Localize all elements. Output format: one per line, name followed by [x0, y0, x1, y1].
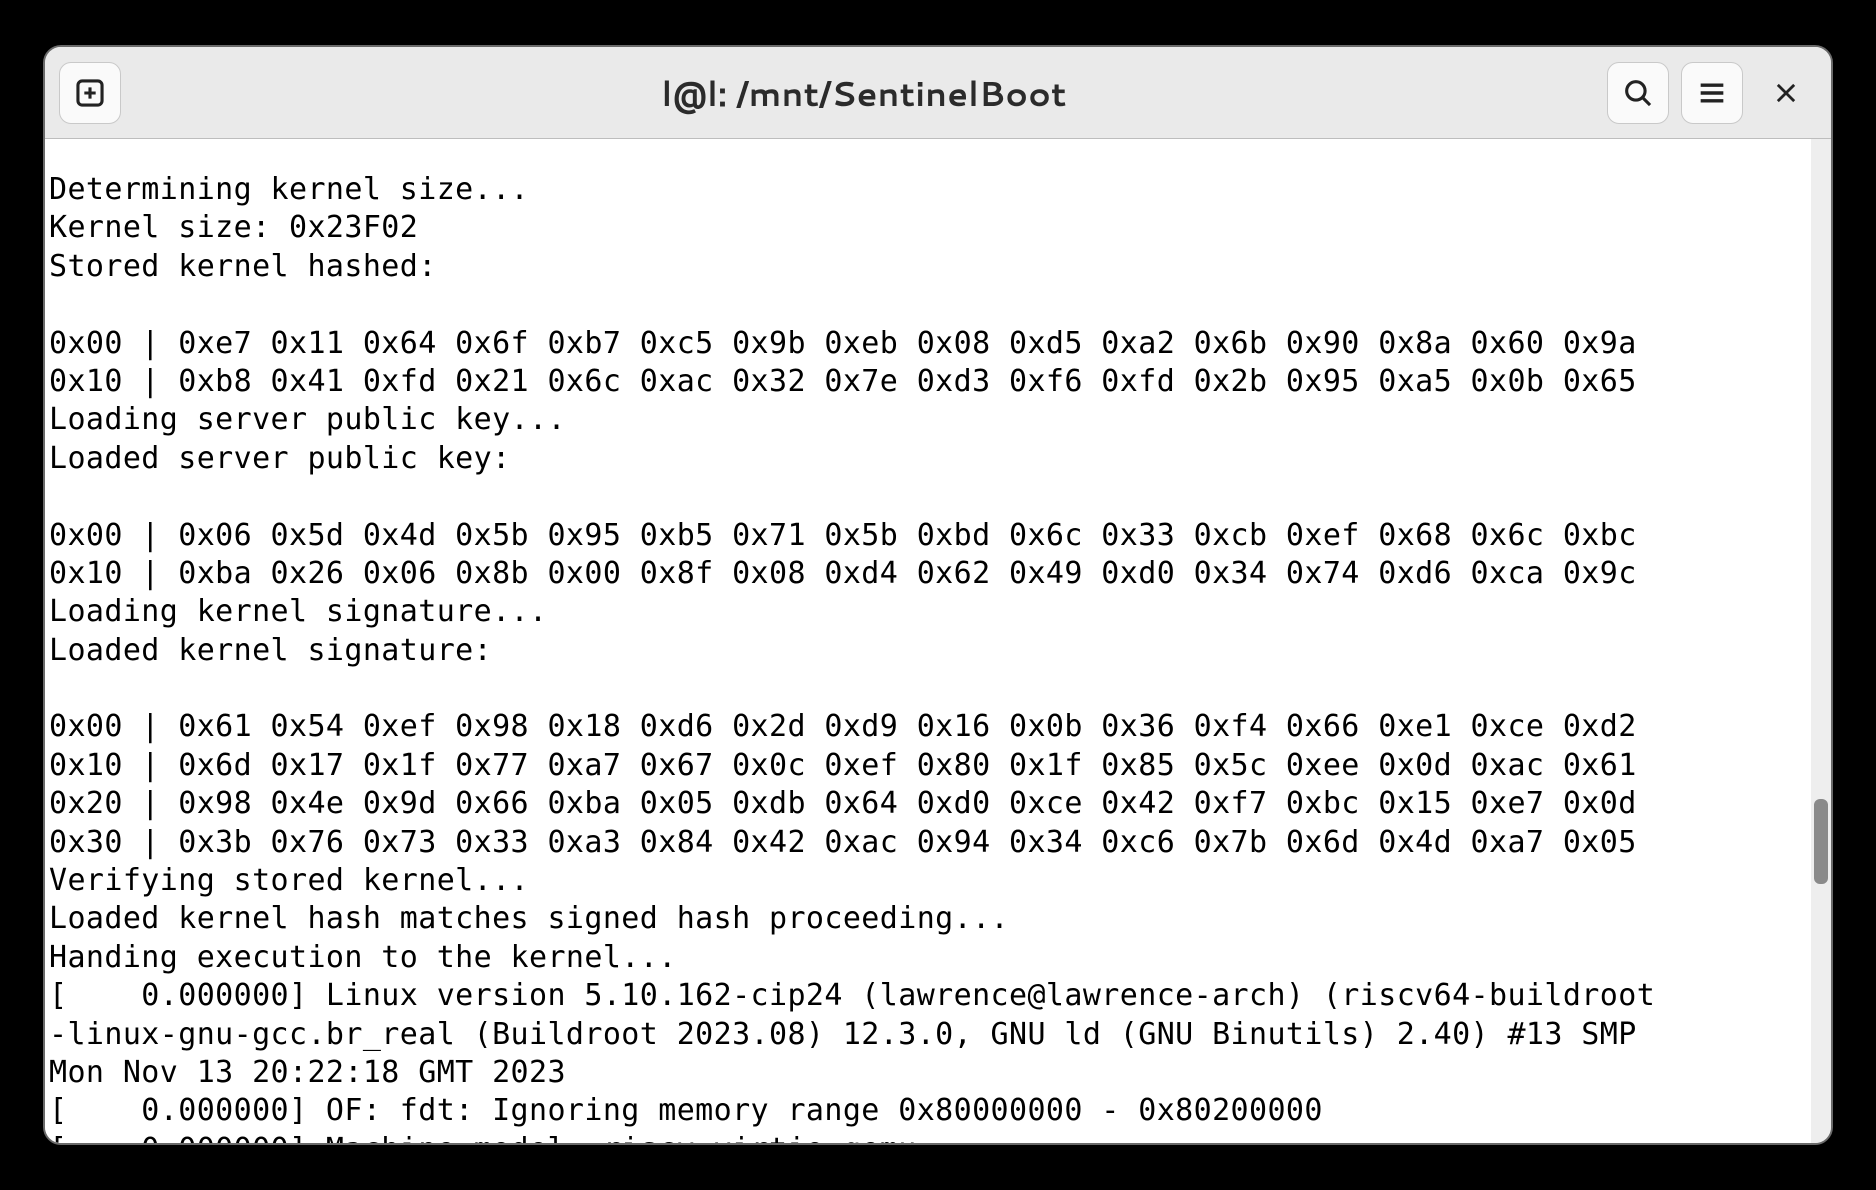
scrollbar-track[interactable] — [1811, 139, 1831, 1145]
terminal-window: l@l: /mnt/SentinelBoot — [43, 45, 1833, 1145]
titlebar[interactable]: l@l: /mnt/SentinelBoot — [45, 47, 1831, 139]
close-icon — [1772, 79, 1800, 107]
terminal-area: Determining kernel size... Kernel size: … — [45, 139, 1831, 1145]
menu-button[interactable] — [1681, 62, 1743, 124]
new-tab-icon — [73, 76, 107, 110]
new-tab-button[interactable] — [59, 62, 121, 124]
desktop-background: l@l: /mnt/SentinelBoot — [0, 0, 1876, 1190]
titlebar-right-controls — [1607, 62, 1817, 124]
window-title: l@l: /mnt/SentinelBoot — [131, 69, 1597, 117]
hamburger-icon — [1695, 76, 1729, 110]
search-icon — [1621, 76, 1655, 110]
search-button[interactable] — [1607, 62, 1669, 124]
terminal-output[interactable]: Determining kernel size... Kernel size: … — [45, 169, 1811, 1145]
scrollbar-thumb[interactable] — [1814, 799, 1828, 884]
close-button[interactable] — [1755, 62, 1817, 124]
